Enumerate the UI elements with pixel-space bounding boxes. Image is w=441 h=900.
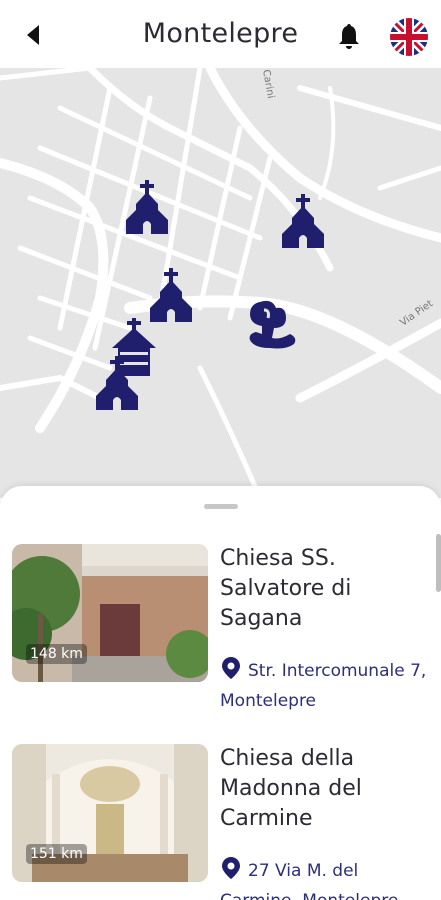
place-address[interactable]: 27 Via M. del Carmine, Montelepre	[220, 856, 432, 900]
app-header: Montelepre	[0, 0, 441, 68]
place-card[interactable]: 151 km Chiesa della Madonna del Carmine …	[12, 744, 432, 900]
location-pin-icon	[222, 657, 240, 679]
map-view[interactable]: a Carini Via Piet	[0, 68, 441, 498]
page-title: Montelepre	[142, 18, 299, 49]
bell-icon	[339, 24, 359, 49]
nature-pin-icon[interactable]	[246, 298, 298, 350]
sheet-drag-handle[interactable]	[204, 504, 238, 509]
distance-badge: 151 km	[26, 844, 87, 864]
place-photo: 151 km	[12, 744, 208, 882]
place-address[interactable]: Str. Intercomunale 7, Montelepre	[220, 656, 432, 716]
uk-flag-icon	[390, 18, 428, 56]
church-pin-icon[interactable]	[280, 194, 326, 248]
places-sheet[interactable]: 148 km Chiesa SS. Salvatore di Sagana St…	[0, 486, 441, 900]
place-name: Chiesa SS. Salvatore di Sagana	[220, 546, 352, 631]
scrollbar[interactable]	[436, 534, 441, 592]
distance-badge: 148 km	[26, 644, 87, 664]
notifications-button[interactable]	[334, 20, 364, 52]
place-address-text: 27 Via M. del Carmine, Montelepre	[220, 861, 398, 900]
place-address-text: Str. Intercomunale 7, Montelepre	[220, 661, 427, 711]
map-roads	[0, 68, 441, 498]
church-pin-icon[interactable]	[124, 180, 170, 234]
location-pin-icon	[222, 857, 240, 879]
place-card[interactable]: 148 km Chiesa SS. Salvatore di Sagana St…	[12, 544, 432, 734]
place-photo: 148 km	[12, 544, 208, 682]
place-name: Chiesa della Madonna del Carmine	[220, 746, 362, 831]
language-button[interactable]	[390, 18, 428, 56]
church-pin-icon[interactable]	[148, 268, 194, 322]
church-pin-icon[interactable]	[94, 356, 140, 410]
